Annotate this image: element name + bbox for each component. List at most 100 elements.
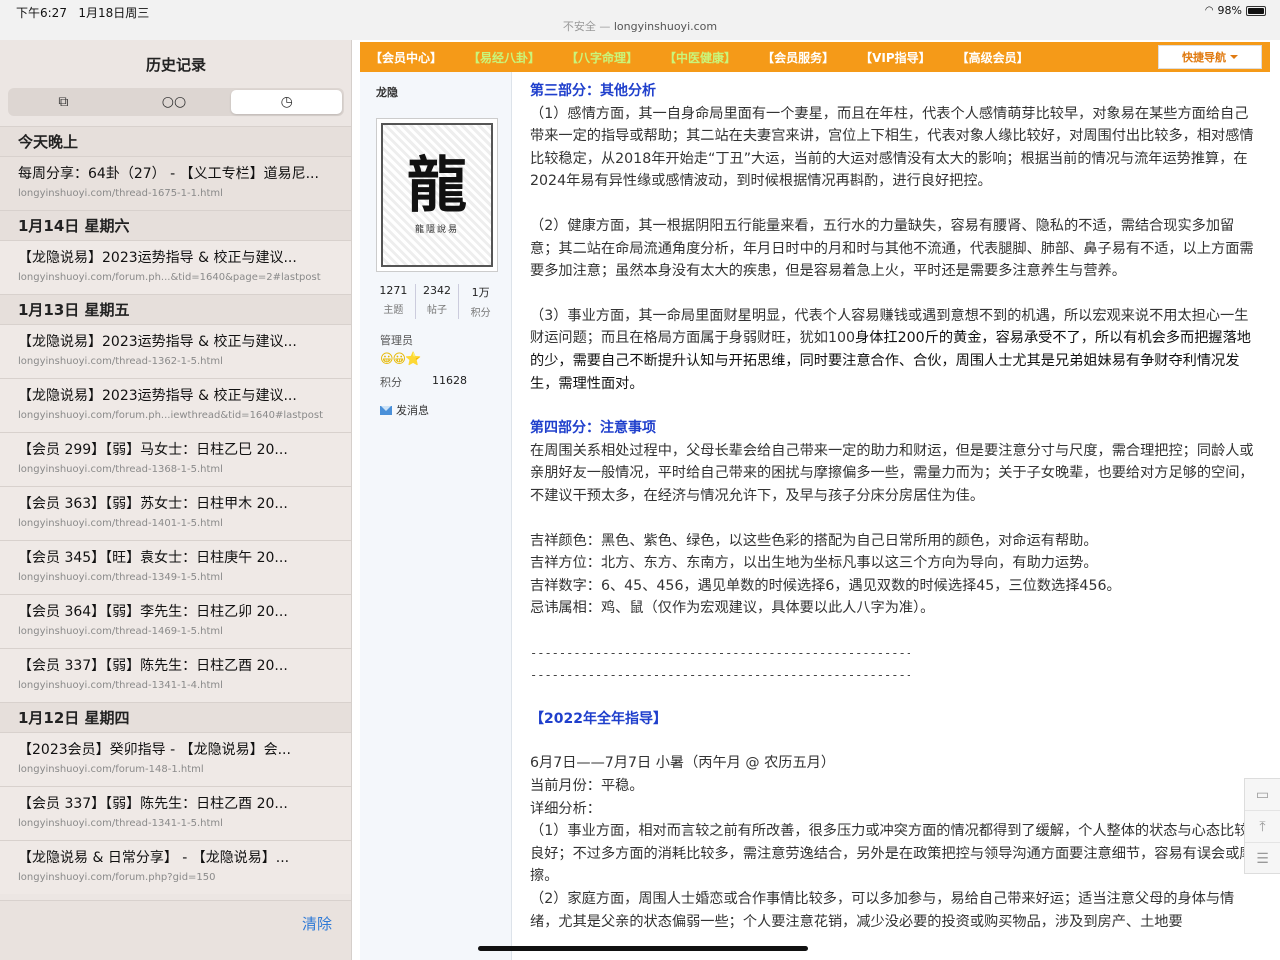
history-item-title: 【会员 364】【弱】李先生：日柱乙卯 20... bbox=[18, 604, 288, 620]
nav-item-6[interactable]: 【VIP指导】 bbox=[860, 49, 931, 66]
history-item[interactable]: 【龙隐说易】2023运势指导 & 校正与建议... longyinshuoyi.c… bbox=[0, 240, 351, 294]
history-clock-icon[interactable]: ◷ bbox=[231, 90, 343, 114]
period-line: 6月7日——7月7日 小暑（丙午月 @ 农历五月） bbox=[530, 755, 836, 772]
history-item-url: longyinshuoyi.com/thread-1349-1-5.html bbox=[18, 572, 223, 583]
history-item[interactable]: 【会员 363】【弱】苏女士：日柱甲木 20... longyinshuoyi.c… bbox=[0, 486, 351, 540]
reading-list-icon[interactable]: ○○ bbox=[119, 88, 230, 116]
history-item-url: longyinshuoyi.com/forum.ph...&tid=1640&p… bbox=[18, 272, 321, 283]
history-item[interactable]: 【龙隐说易 & 日常分享】 - 【龙隐说易】... longyinshuoyi.c… bbox=[0, 840, 351, 894]
paragraph-career: （3）事业方面，其一命局里面财星明显，代表个人容易赚钱或遇到意想不到的机遇，所以… bbox=[530, 307, 1251, 392]
rank-badges: 😀😀⭐ bbox=[380, 352, 421, 367]
lucky-color: 吉祥颜色：黑色、紫色、绿色，以这些色彩的搭配为自己日常所用的颜色，对命运有帮助。 bbox=[530, 532, 1098, 549]
address-bar[interactable]: 不安全 — longyinshuoyi.com bbox=[0, 18, 1280, 34]
divider-line-2: ----------------------------------------… bbox=[530, 667, 910, 682]
sidebar-footer: 清除 bbox=[0, 900, 351, 960]
history-item-title: 每周分享：64卦（27） - 【义工专栏】道易尼... bbox=[18, 166, 319, 182]
lucky-number: 吉祥数字：6、45、456，遇见单数的时候选择6，遇见双数的时候选择45，三位数… bbox=[530, 577, 1121, 594]
history-item-title: 【会员 299】【弱】马女士：日柱乙巳 20... bbox=[18, 442, 288, 458]
history-item-title: 【龙隐说易】2023运势指导 & 校正与建议... bbox=[18, 388, 297, 404]
nav-item-4[interactable]: 【中医健康】 bbox=[664, 49, 736, 66]
history-item-title: 【龙隐说易 & 日常分享】 - 【龙隐说易】... bbox=[18, 850, 290, 866]
nav-item-7[interactable]: 【高级会员】 bbox=[957, 49, 1029, 66]
taboo-zodiac: 忌讳属相：鸡、鼠（仅作为宏观建议，具体要以此人八字为准）。 bbox=[530, 600, 935, 617]
points-row: 积分 11628 bbox=[380, 374, 467, 390]
sidebar-tabs: ⧉ ○○ ◷ bbox=[8, 88, 344, 116]
author-profile: 龙隐 龍 龍隱說易 1271 主题 2342 帖子 1万 积分 管理员 😀😀⭐ … bbox=[360, 72, 512, 960]
url-text: longyinshuoyi.com bbox=[613, 20, 718, 33]
author-name[interactable]: 龙隐 bbox=[376, 84, 398, 100]
nav-item-1[interactable]: 【会员中心】 bbox=[370, 49, 442, 66]
history-item-url: longyinshuoyi.com/forum.php?gid=150 bbox=[18, 872, 216, 883]
paragraph-health: （2）健康方面，其一根据阴阳五行能量来看，五行水的力量缺失，容易有腰肾、隐私的不… bbox=[530, 217, 1254, 280]
history-item-url: longyinshuoyi.com/thread-1368-1-5.html bbox=[18, 464, 223, 475]
status-indicators: ◠ 98% bbox=[1205, 4, 1266, 17]
chevron-down-icon bbox=[1230, 55, 1238, 59]
home-indicator[interactable] bbox=[478, 946, 808, 951]
paragraph-relationship: （1）感情方面，其一自身命局里面有一个妻星，而且在年柱，代表个人感情萌芽比较早，… bbox=[530, 105, 1254, 190]
history-item-url: longyinshuoyi.com/thread-1362-1-5.html bbox=[18, 356, 223, 367]
history-item-url: longyinshuoyi.com/forum.ph...iewthread&t… bbox=[18, 410, 324, 421]
battery-icon bbox=[1246, 5, 1266, 16]
wifi-icon: ◠ bbox=[1204, 5, 1214, 16]
section-title-part3: 第三部分：其他分析 bbox=[530, 83, 656, 99]
detail-career: （1）事业方面，相对而言较之前有所改善，很多压力或冲突方面的情况都得到了缓解，个… bbox=[530, 823, 1254, 885]
divider-line-1: ----------------------------------------… bbox=[530, 645, 910, 660]
seal-image: 龍 龍隱說易 bbox=[381, 123, 493, 267]
status-bar: 下午6:27 1月18日周三 不安全 — longyinshuoyi.com ◠… bbox=[0, 0, 1280, 40]
avatar[interactable]: 龍 龍隱說易 bbox=[376, 118, 498, 272]
history-item-title: 【会员 363】【弱】苏女士：日柱甲木 20... bbox=[18, 496, 288, 512]
history-item[interactable]: 【会员 337】【弱】陈先生：日柱乙酉 20... longyinshuoyi.c… bbox=[0, 786, 351, 840]
stat-points[interactable]: 1万 积分 bbox=[459, 284, 502, 319]
history-item[interactable]: 【会员 299】【弱】马女士：日柱乙巳 20... longyinshuoyi.c… bbox=[0, 432, 351, 486]
history-day-header: 1月13日 星期五 bbox=[0, 294, 351, 324]
history-item-url: longyinshuoyi.com/thread-1469-1-5.html bbox=[18, 626, 223, 637]
history-sidebar: 历史记录 ⧉ ○○ ◷ 今天晚上 每周分享：64卦（27） - 【义工专栏】道易尼… bbox=[0, 40, 352, 960]
history-item-title: 【会员 337】【弱】陈先生：日柱乙酉 20... bbox=[18, 658, 288, 674]
history-item-title: 【龙隐说易】2023运势指导 & 校正与建议... bbox=[18, 334, 297, 350]
sidebar-title: 历史记录 bbox=[145, 56, 206, 74]
history-item-title: 【2023会员】癸卯指导 - 【龙隐说易】会... bbox=[18, 742, 291, 758]
history-item-url: longyinshuoyi.com/thread-1341-1-5.html bbox=[18, 818, 223, 829]
lucky-direction: 吉祥方位：北方、东方、东南方，以出生地为坐标凡事以这三个方向为导向，有助力运势。 bbox=[530, 555, 1098, 572]
history-item[interactable]: 【龙隐说易】2023运势指导 & 校正与建议... longyinshuoyi.c… bbox=[0, 324, 351, 378]
back-to-top-icon[interactable]: ⤒ bbox=[1245, 811, 1280, 843]
history-item-title: 【龙隐说易】2023运势指导 & 校正与建议... bbox=[18, 250, 297, 266]
detail-label: 详细分析： bbox=[530, 800, 601, 817]
history-item[interactable]: 【龙隐说易】2023运势指导 & 校正与建议... longyinshuoyi.c… bbox=[0, 378, 351, 432]
history-item[interactable]: 每周分享：64卦（27） - 【义工专栏】道易尼... longyinshuoyi… bbox=[0, 156, 351, 210]
stat-posts[interactable]: 2342 帖子 bbox=[416, 284, 460, 319]
history-item-title: 【会员 345】【旺】袁女士：日柱庚午 20... bbox=[18, 550, 288, 566]
clear-history-button[interactable]: 清除 bbox=[302, 913, 332, 934]
detail-family: （2）家庭方面，周围人士婚恋或合作事情比较多，可以多加参与，易给自己带来好运；适… bbox=[530, 891, 1235, 930]
quick-nav-dropdown[interactable]: 快捷导航 bbox=[1158, 45, 1262, 69]
book-icon[interactable]: ⧉ bbox=[8, 88, 119, 116]
nav-item-3[interactable]: 【八字命理】 bbox=[566, 49, 638, 66]
post-content: 第三部分：其他分析 （1）感情方面，其一自身命局里面有一个妻星，而且在年柱，代表… bbox=[530, 80, 1254, 960]
nav-item-2[interactable]: 【易经八卦】 bbox=[468, 49, 540, 66]
comment-icon[interactable]: ▭ bbox=[1245, 779, 1280, 811]
history-item-url: longyinshuoyi.com/forum-148-1.html bbox=[18, 764, 204, 775]
history-item-url: longyinshuoyi.com/thread-1341-1-4.html bbox=[18, 680, 223, 691]
history-item[interactable]: 【2023会员】癸卯指导 - 【龙隐说易】会... longyinshuoyi.c… bbox=[0, 732, 351, 786]
history-day-header: 1月12日 星期四 bbox=[0, 702, 351, 732]
history-item[interactable]: 【会员 345】【旺】袁女士：日柱庚午 20... longyinshuoyi.c… bbox=[0, 540, 351, 594]
current-month: 当前月份：平稳。 bbox=[530, 778, 644, 795]
history-item[interactable]: 【会员 364】【弱】李先生：日柱乙卯 20... longyinshuoyi.c… bbox=[0, 594, 351, 648]
quick-nav-label: 快捷导航 bbox=[1182, 51, 1226, 64]
history-item-title: 【会员 337】【弱】陈先生：日柱乙酉 20... bbox=[18, 796, 288, 812]
author-role: 管理员 bbox=[380, 334, 413, 347]
history-day-header: 今天晚上 bbox=[0, 126, 351, 156]
history-list: 今天晚上 每周分享：64卦（27） - 【义工专栏】道易尼... longyinsh… bbox=[0, 126, 351, 894]
history-item-url: longyinshuoyi.com/thread-1401-1-5.html bbox=[18, 518, 223, 529]
send-message-link[interactable]: 发消息 bbox=[380, 402, 429, 418]
section-title-part4: 第四部分：注意事项 bbox=[530, 420, 656, 437]
history-day-header: 1月14日 星期六 bbox=[0, 210, 351, 240]
insecure-label: 不安全 — bbox=[562, 20, 614, 33]
list-icon[interactable]: ☰ bbox=[1245, 843, 1280, 875]
history-item[interactable]: 【会员 337】【弱】陈先生：日柱乙酉 20... longyinshuoyi.c… bbox=[0, 648, 351, 702]
stat-threads[interactable]: 1271 主题 bbox=[372, 284, 416, 319]
author-stats: 1271 主题 2342 帖子 1万 积分 bbox=[372, 284, 502, 319]
seal-subtitle: 龍隱說易 bbox=[414, 224, 459, 235]
paragraph-notes: 在周围关系相处过程中，父母长辈会给自己带来一定的助力和财运，但是要注意分寸与尺度… bbox=[530, 442, 1254, 504]
nav-item-5[interactable]: 【会员服务】 bbox=[762, 49, 834, 66]
